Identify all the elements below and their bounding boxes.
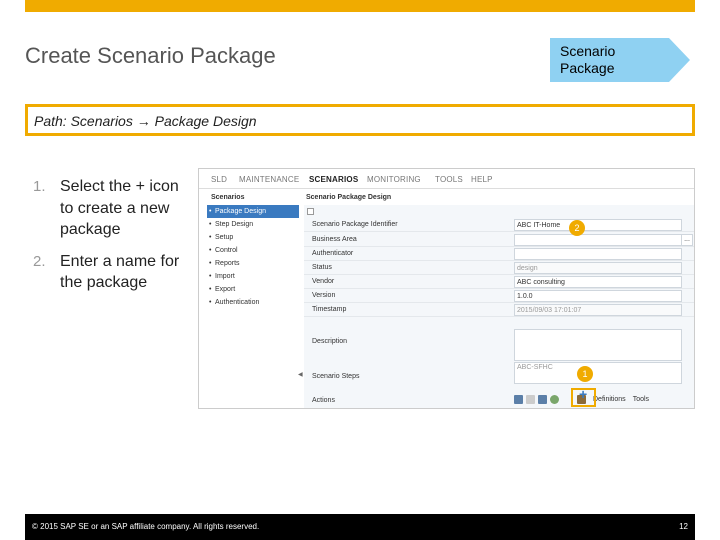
description-label: Description (312, 338, 348, 345)
package-identifier-input[interactable]: ABC IT-Home (514, 219, 682, 231)
field-label: Version (312, 292, 336, 299)
field-row: Version 1.0.0 (304, 289, 694, 303)
step-number: 2. (33, 252, 46, 270)
nav-tab-monitoring[interactable]: MONITORING (367, 175, 421, 184)
field-row: Business Area ... (304, 233, 694, 247)
copy-icon[interactable] (514, 394, 523, 404)
footer-bar: © 2015 SAP SE or an SAP affiliate compan… (25, 514, 695, 540)
business-area-input[interactable]: ... (514, 234, 693, 246)
field-row: Status design (304, 261, 694, 275)
chevron-label: Scenario Package (560, 43, 616, 76)
field-row: Authenticator (304, 247, 694, 261)
sidebar-item-reports[interactable]: Reports (207, 257, 299, 270)
sidebar-item-authentication[interactable]: Authentication (207, 296, 299, 309)
main-panel-title: Scenario Package Design (304, 191, 694, 205)
timestamp-value: 2015/09/03 17:01:07 (514, 304, 682, 316)
path-box: Path: Scenarios → Package Design (25, 104, 695, 136)
add-package-button[interactable]: + (579, 386, 587, 402)
callout-badge-2: 2 (569, 220, 585, 236)
browse-button[interactable]: ... (681, 234, 693, 246)
authenticator-input[interactable] (514, 248, 682, 260)
tools-link[interactable]: Tools (633, 396, 649, 403)
definitions-link[interactable]: Definitions (593, 396, 626, 403)
scenario-steps-list[interactable]: ABC-SFHC (514, 362, 682, 384)
field-label: Timestamp (312, 306, 347, 313)
field-row: Timestamp 2015/09/03 17:01:07 (304, 303, 694, 317)
nav-tab-sld[interactable]: SLD (211, 175, 227, 184)
page-number: 12 (679, 522, 688, 531)
field-label: Status (312, 264, 332, 271)
sidebar-item-package-design[interactable]: Package Design (207, 205, 299, 218)
path-text: Path: Scenarios → Package Design (34, 113, 257, 129)
instruction-step: 2. Enter a name for the package (33, 251, 183, 294)
status-value: design (514, 262, 682, 274)
field-row: Scenario Package Identifier ABC IT-Home (304, 218, 694, 232)
app-sidebar: Scenarios Package Design Step Design Set… (207, 191, 299, 391)
scenario-steps-label: Scenario Steps (312, 373, 360, 380)
sidebar-item-import[interactable]: Import (207, 270, 299, 283)
field-label: Authenticator (312, 250, 354, 257)
nav-tab-maintenance[interactable]: MAINTENANCE (239, 175, 299, 184)
sidebar-item-setup[interactable]: Setup (207, 231, 299, 244)
copyright-text: © 2015 SAP SE or an SAP affiliate compan… (32, 522, 260, 531)
description-textarea[interactable] (514, 329, 682, 361)
app-main-panel: Scenario Package Design Scenario Package… (304, 191, 694, 408)
actions-label: Actions (312, 397, 335, 404)
nav-tab-help[interactable]: HELP (471, 175, 493, 184)
edit-icon[interactable] (526, 394, 535, 404)
version-input[interactable]: 1.0.0 (514, 290, 682, 302)
actions-toolbar: Definitions Tools (514, 392, 692, 406)
chevron-tag: Scenario Package (550, 38, 690, 82)
slide-title: Create Scenario Package (25, 43, 276, 68)
save-icon[interactable] (538, 394, 547, 404)
callout-badge-1: 1 (577, 366, 593, 382)
collapse-icon[interactable] (307, 208, 314, 215)
step-text: Select the + icon to create a new packag… (60, 178, 179, 238)
app-screenshot: SLD MAINTENANCE SCENARIOS MONITORING TOO… (198, 168, 695, 409)
field-label: Scenario Package Identifier (312, 221, 398, 228)
step-number: 1. (33, 178, 46, 195)
vendor-input[interactable]: ABC consulting (514, 276, 682, 288)
sidebar-item-step-design[interactable]: Step Design (207, 218, 299, 231)
expand-left-icon[interactable]: ◀ (298, 371, 303, 378)
field-label: Business Area (312, 236, 357, 243)
instruction-steps: 1. Select the + icon to create a new pac… (33, 176, 183, 304)
sidebar-item-control[interactable]: Control (207, 244, 299, 257)
check-icon[interactable] (550, 394, 559, 404)
app-top-nav: SLD MAINTENANCE SCENARIOS MONITORING TOO… (199, 169, 694, 189)
step-text: Enter a name for the package (60, 252, 180, 292)
sidebar-title: Scenarios (211, 194, 245, 201)
sidebar-item-export[interactable]: Export (207, 283, 299, 296)
field-label: Vendor (312, 278, 335, 285)
nav-tab-scenarios[interactable]: SCENARIOS (309, 175, 358, 184)
top-accent-bar (25, 0, 695, 12)
nav-tab-tools[interactable]: TOOLS (435, 175, 463, 184)
instruction-step: 1. Select the + icon to create a new pac… (33, 176, 183, 241)
field-row: Vendor ABC consulting (304, 275, 694, 289)
